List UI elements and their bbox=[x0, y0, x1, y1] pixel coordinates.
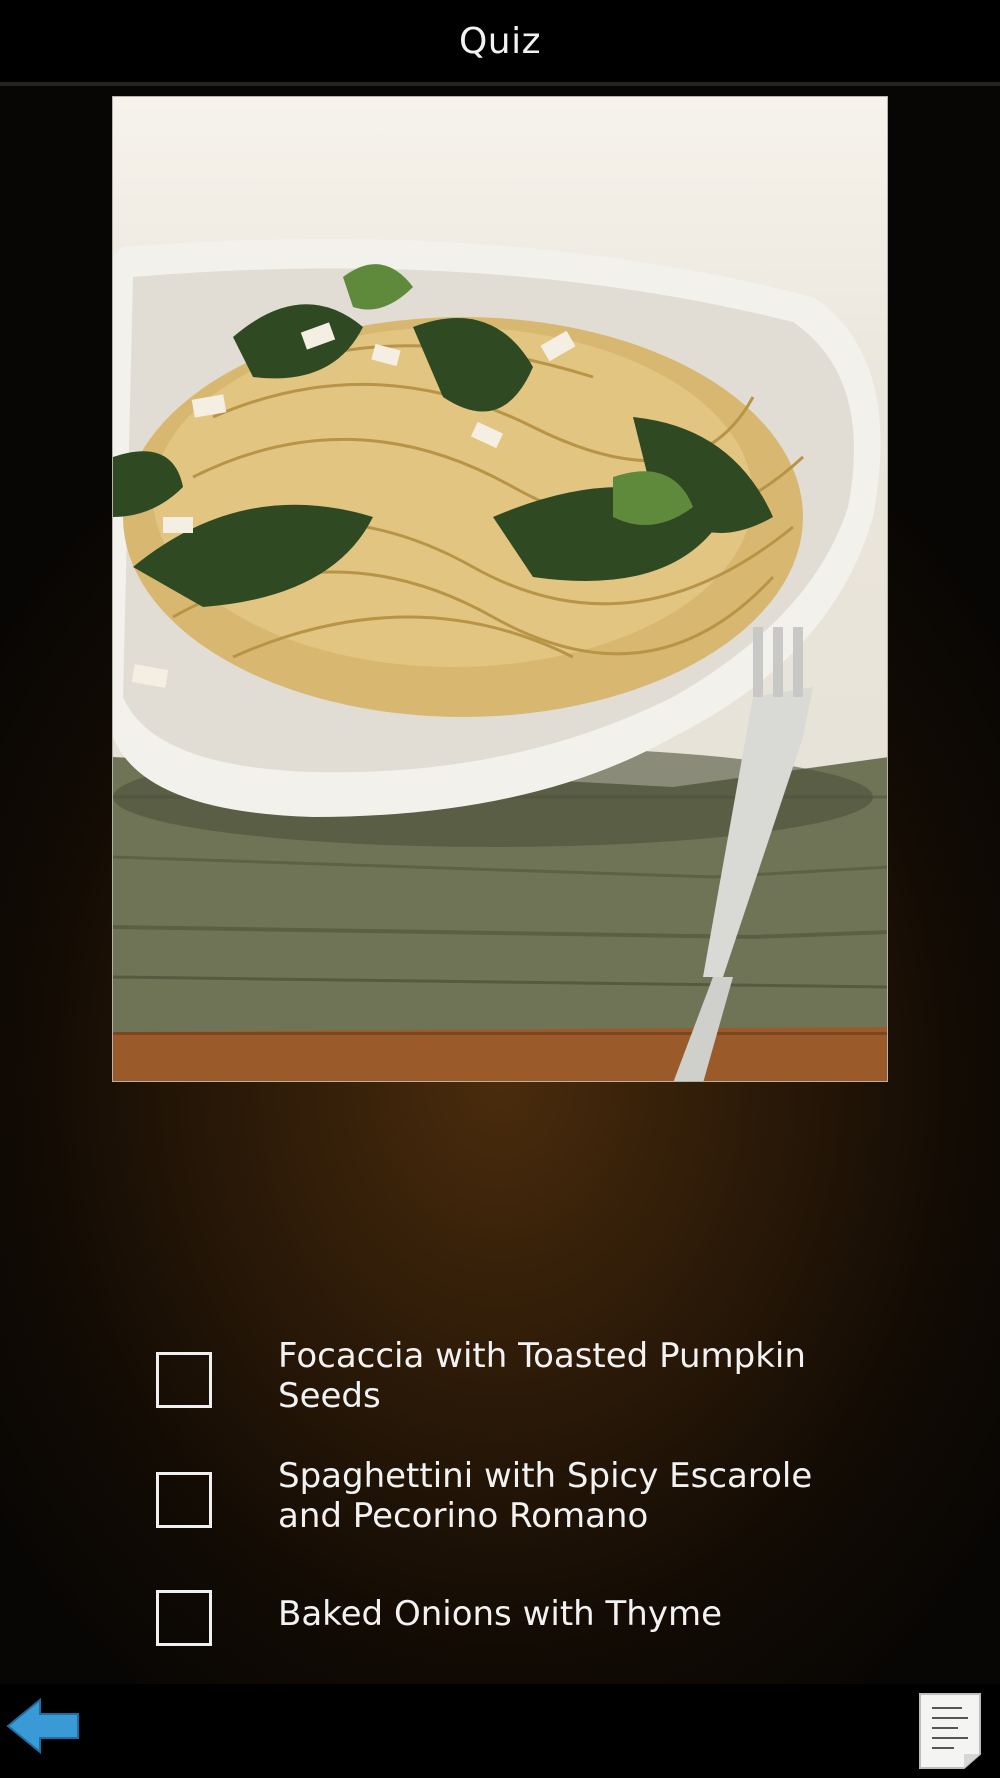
bottom-toolbar bbox=[0, 1684, 1000, 1778]
answer-checkbox[interactable] bbox=[156, 1352, 212, 1408]
answer-label: Focaccia with Toasted Pumpkin Seeds bbox=[278, 1336, 806, 1416]
title-bar: Quiz bbox=[0, 0, 1000, 86]
answer-checkbox[interactable] bbox=[156, 1590, 212, 1646]
answer-label: Spaghettini with Spicy Escarole and Peco… bbox=[278, 1456, 813, 1536]
answer-option[interactable]: Baked Onions with Thyme bbox=[156, 1568, 896, 1658]
notes-page-icon[interactable] bbox=[918, 1692, 982, 1770]
back-arrow-icon[interactable] bbox=[6, 1696, 82, 1756]
answer-checkbox[interactable] bbox=[156, 1472, 212, 1528]
quiz-screen: Quiz Focaccia with Toasted Pumpkin Seeds… bbox=[0, 0, 1000, 1778]
answer-label: Baked Onions with Thyme bbox=[278, 1594, 722, 1634]
dish-photo bbox=[112, 96, 888, 1082]
answer-option[interactable]: Spaghettini with Spicy Escarole and Peco… bbox=[156, 1450, 896, 1540]
page-title: Quiz bbox=[458, 20, 542, 62]
answer-option[interactable]: Focaccia with Toasted Pumpkin Seeds bbox=[156, 1330, 896, 1420]
